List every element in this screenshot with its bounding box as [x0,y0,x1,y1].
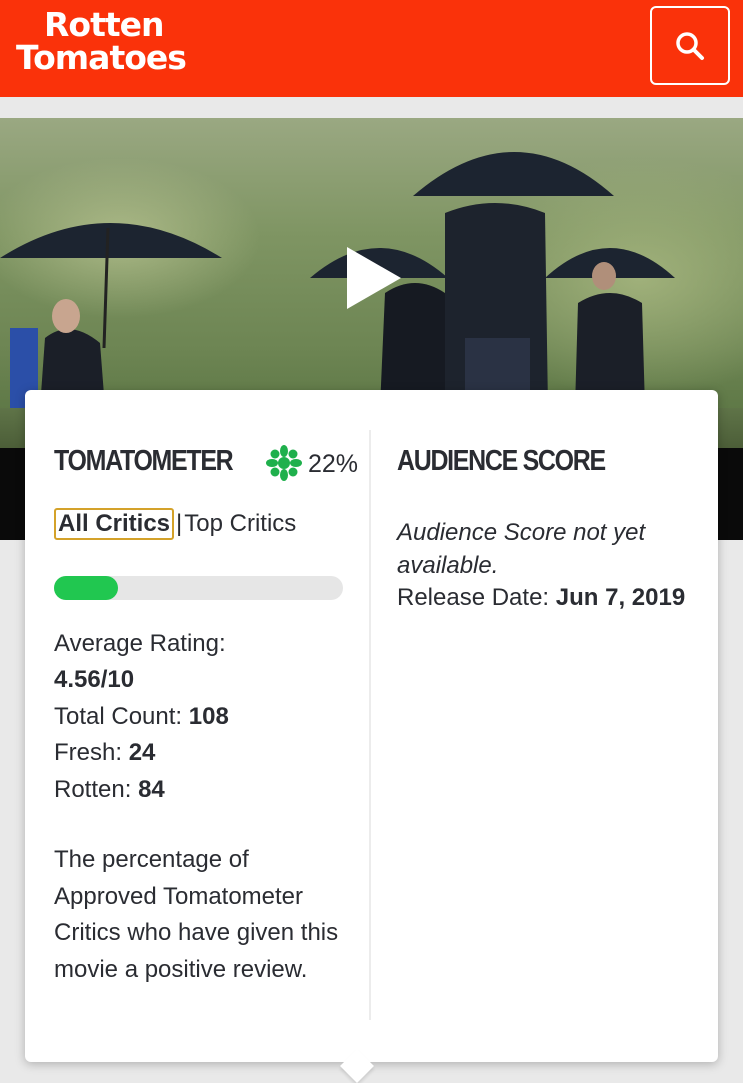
rotten-count-value: 84 [138,776,165,803]
rotten-tomatoes-logo[interactable]: Rotten Tomatoes [16,5,187,77]
fresh-count-value: 24 [128,739,156,766]
score-details-popup: TOMATOMETER 22% All Critics |Top Critics … [25,390,718,1083]
fresh-count: Fresh: 24 [54,739,156,766]
tab-separator: | [176,510,183,537]
tomatometer-score: 22% [308,450,359,478]
critics-tabs: All Critics |Top Critics [54,508,296,540]
audience-score-unavailable: Audience Score not yet available. [397,519,646,579]
tomatometer-progress-bar [54,576,343,600]
column-divider [369,430,371,1020]
tomatometer-heading: TOMATOMETER [54,445,234,477]
average-rating-label: Average Rating: [54,630,226,657]
rotten-count: Rotten: 84 [54,776,165,803]
average-rating-value: 4.56/10 [54,666,135,693]
tab-all-critics[interactable]: All Critics [54,508,175,540]
search-button[interactable] [650,6,730,85]
total-count-value: 108 [188,703,229,730]
search-icon [676,31,704,60]
logo-line-1: Rotten [44,5,165,44]
tab-top-critics[interactable]: Top Critics [184,510,296,537]
release-date-value: Jun 7, 2019 [555,584,686,611]
total-count: Total Count: 108 [54,703,229,730]
tomatometer-description: The percentage of Approved Tomatometer C… [54,846,339,983]
green-splat-icon [266,445,302,481]
logo-line-2: Tomatoes [16,38,187,77]
audience-score-heading: AUDIENCE SCORE [397,445,606,477]
site-header: Rotten Tomatoes [0,0,743,97]
tomatometer-progress-fill [54,576,118,600]
popup-pointer [340,1049,374,1083]
release-date: Release Date: Jun 7, 2019 [397,584,686,611]
play-icon[interactable] [345,245,403,311]
